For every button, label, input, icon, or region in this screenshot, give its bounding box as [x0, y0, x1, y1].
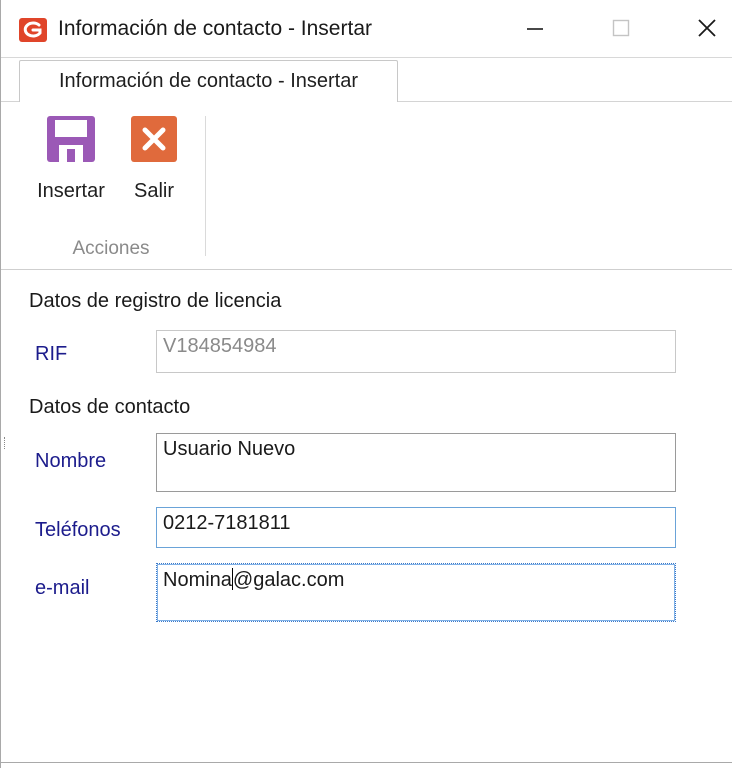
ribbon-tab-strip: Información de contacto - Insertar: [1, 58, 732, 103]
rif-field[interactable]: V184854984: [156, 330, 676, 373]
ribbon-group-separator: [205, 116, 206, 256]
tab-contact-info[interactable]: Información de contacto - Insertar: [19, 60, 398, 103]
license-section-title: Datos de registro de licencia: [29, 290, 282, 312]
rif-label: RIF: [35, 343, 68, 365]
close-window-button[interactable]: [679, 8, 732, 52]
minimize-icon: [525, 18, 545, 43]
exit-button-label: Salir: [133, 180, 174, 202]
exit-button[interactable]: Salir: [127, 116, 181, 216]
nombre-field[interactable]: Usuario Nuevo: [156, 433, 676, 492]
close-icon: [696, 17, 718, 44]
maximize-icon: [611, 18, 631, 43]
telefonos-label: Teléfonos: [35, 519, 121, 541]
email-label: e-mail: [35, 577, 90, 599]
save-icon: [47, 116, 95, 168]
window-bottom-border: [1, 762, 732, 763]
email-field[interactable]: Nomina@galac.com: [156, 563, 676, 622]
email-value-end: @galac.com: [232, 569, 345, 591]
insert-button-label: Insertar: [37, 180, 105, 202]
ribbon-group-label: Acciones: [72, 238, 150, 259]
ribbon-panel: Insertar Salir Acciones: [1, 102, 732, 270]
contact-info-window: Información de contacto - Insertar Infor…: [0, 0, 732, 768]
window-title: Información de contacto - Insertar: [58, 17, 372, 40]
nombre-label: Nombre: [35, 450, 107, 472]
maximize-button[interactable]: [593, 8, 649, 52]
title-bar[interactable]: Información de contacto - Insertar: [1, 0, 732, 58]
telefonos-field[interactable]: 0212-7181811: [156, 507, 676, 548]
galac-logo-icon: [19, 18, 47, 42]
insert-button[interactable]: Insertar: [31, 116, 111, 216]
contact-section-title: Datos de contacto: [29, 396, 191, 418]
minimize-button[interactable]: [507, 8, 563, 52]
focus-marker: [4, 437, 7, 449]
close-icon: [131, 116, 177, 168]
email-value-start: Nomina: [163, 569, 232, 591]
